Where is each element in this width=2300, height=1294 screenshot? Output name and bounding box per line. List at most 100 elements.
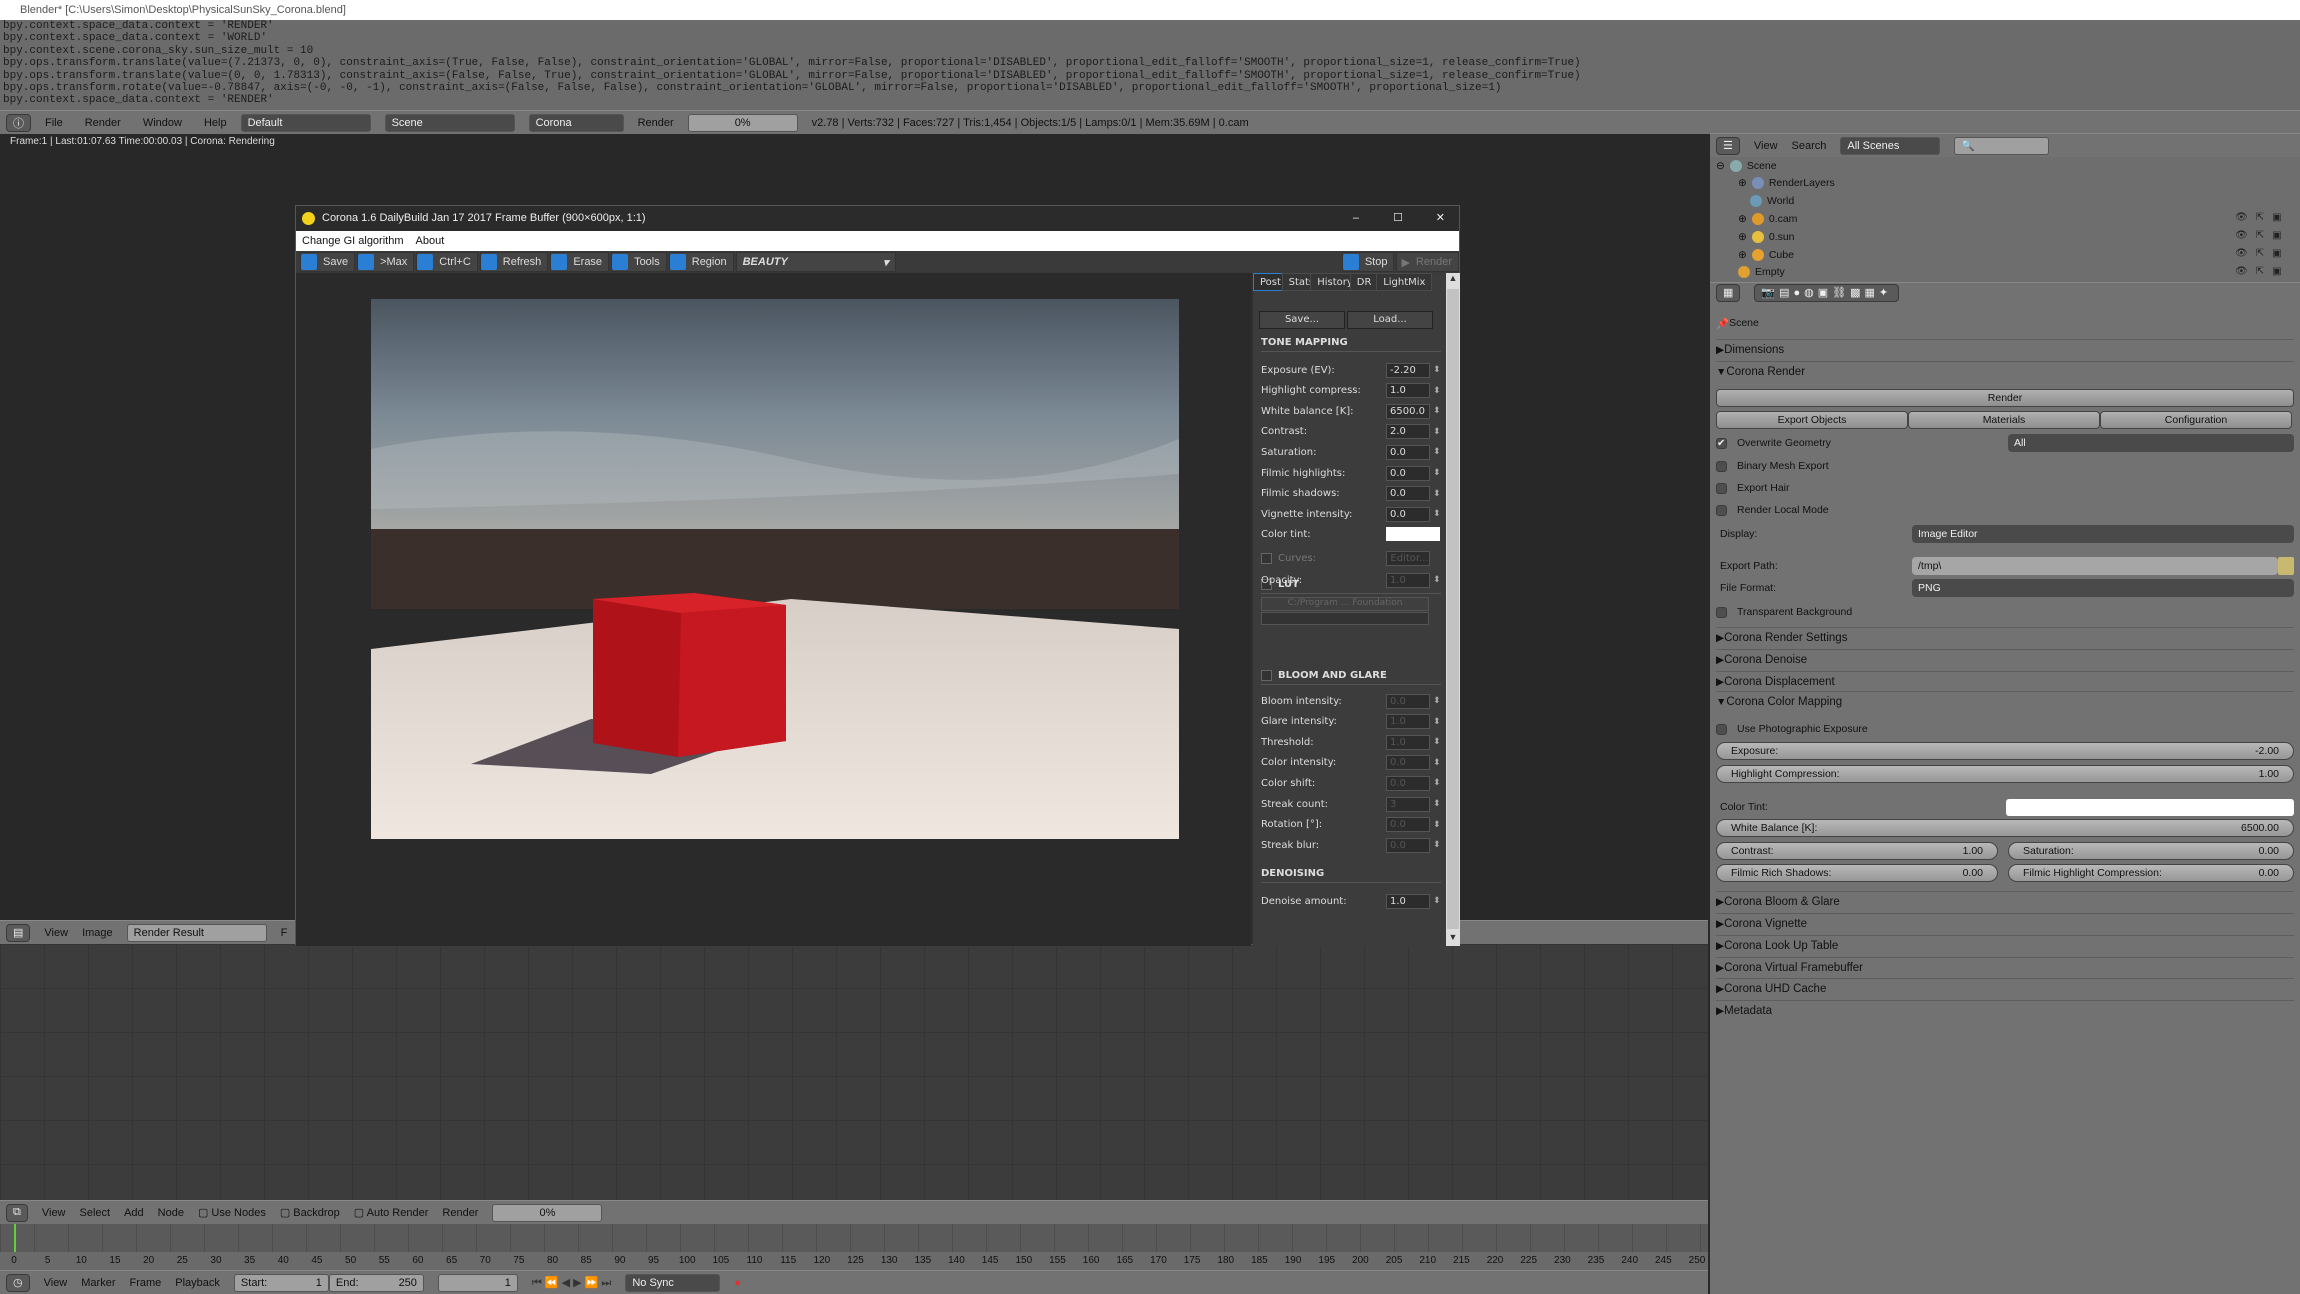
panel-corona-render-settings[interactable]: ▶ Corona Render Settings [1716, 627, 2294, 647]
param-input[interactable]: 1.0 [1386, 383, 1430, 399]
panel-corona-bloom-glare[interactable]: ▶ Corona Bloom & Glare [1716, 891, 2294, 911]
panel-corona-virtual-framebuffer[interactable]: ▶ Corona Virtual Framebuffer [1716, 957, 2294, 977]
menu-view[interactable]: View [44, 1277, 68, 1289]
image-selector[interactable]: Render Result [126, 923, 267, 942]
menu-playback[interactable]: Playback [175, 1277, 220, 1289]
start-frame-field[interactable]: Start: 1 [233, 1273, 329, 1292]
toolbar-tools-button[interactable]: Tools [611, 252, 667, 272]
menu-image[interactable]: Image [82, 927, 113, 939]
record-button[interactable]: ● [734, 1277, 741, 1289]
visibility-toggles[interactable]: 👁⇱▣ [2235, 212, 2290, 223]
display-selector[interactable]: Image Editor [1912, 525, 2294, 543]
filmic-shadows-slider[interactable]: Filmic Rich Shadows: 0.00 [1716, 864, 1998, 882]
use-nodes-checkbox[interactable]: ▢ Use Nodes [198, 1206, 266, 1219]
toolbar-region-button[interactable]: Region [668, 252, 734, 272]
exposure-slider[interactable]: Exposure: -2.00 [1716, 742, 2294, 760]
spinner-arrows[interactable]: ⬍ [1433, 365, 1441, 375]
folder-icon[interactable] [2278, 557, 2294, 575]
menu-search[interactable]: Search [1792, 140, 1827, 152]
spinner-arrows[interactable]: ⬍ [1433, 896, 1441, 906]
menu-add[interactable]: Add [124, 1207, 144, 1219]
toolbar-ctrlc-button[interactable]: Ctrl+C [416, 252, 478, 272]
param-input[interactable]: 0.0 [1386, 444, 1430, 460]
param-input[interactable]: 0.0 [1386, 506, 1430, 522]
outliner-item-cube[interactable]: ⊕ Cube [1738, 246, 1794, 263]
toolbar-refresh-button[interactable]: Refresh [479, 252, 549, 272]
stop-button[interactable]: Stop [1341, 252, 1395, 272]
visibility-toggles[interactable]: 👁⇱▣ [2235, 230, 2290, 241]
spinner-arrows[interactable]: ⬍ [1433, 427, 1441, 437]
menu-change-gi[interactable]: Change GI algorithm [302, 231, 404, 251]
white-balance-slider[interactable]: White Balance [K]: 6500.00 [1716, 819, 2294, 837]
editor-type-button[interactable]: ▤ [6, 923, 31, 942]
panel-corona-vignette[interactable]: ▶ Corona Vignette [1716, 913, 2294, 933]
outliner-item-world[interactable]: World [1750, 193, 1794, 210]
menu-marker[interactable]: Marker [81, 1277, 115, 1289]
scene-selector[interactable]: Scene [384, 113, 515, 132]
render-engine-selector[interactable]: Corona [528, 113, 624, 132]
toolbar-max-button[interactable]: >Max [357, 252, 415, 272]
materials-button[interactable]: Materials [1908, 411, 2100, 429]
panel-corona-render[interactable]: ▼ Corona Render [1716, 361, 2294, 381]
menu-view[interactable]: View [42, 1207, 66, 1219]
menu-frame[interactable]: Frame [130, 1277, 162, 1289]
local-checkbox[interactable] [1716, 504, 1727, 516]
expand-toggle-icon[interactable]: ⊕ [1738, 231, 1747, 243]
overwrite-checkbox[interactable]: ✔ [1716, 437, 1727, 449]
param-input[interactable]: 0.0 [1386, 486, 1430, 502]
color-tint-swatch[interactable] [2006, 799, 2294, 816]
visibility-toggles[interactable]: 👁⇱▣ [2235, 266, 2290, 277]
param-input[interactable]: 6500.0 [1386, 403, 1430, 419]
close-button[interactable]: ✕ [1436, 206, 1445, 231]
toolbar-erase-button[interactable]: Erase [550, 252, 610, 272]
load-preset-button[interactable]: Load... [1347, 311, 1433, 329]
outliner-item-empty[interactable]: Empty [1738, 264, 1785, 281]
channel-selector[interactable]: BEAUTY ▾ [735, 252, 896, 272]
auto-render-checkbox[interactable]: ▢ Auto Render [354, 1206, 429, 1219]
panel-dimensions[interactable]: ▶ Dimensions [1716, 339, 2294, 359]
end-frame-field[interactable]: End: 250 [328, 1273, 424, 1292]
editor-type-button[interactable]: ⧉ [6, 1203, 28, 1222]
outliner-item-scene[interactable]: ⊖ Scene [1716, 157, 1777, 174]
editor-type-button[interactable]: ▦ [1716, 283, 1741, 302]
curves-checkbox[interactable] [1261, 552, 1272, 564]
menu-render[interactable]: Render [85, 117, 121, 129]
color-tint-swatch[interactable] [1386, 527, 1440, 541]
frame-ruler[interactable]: 0 5 10 15 20 25 30 35 40 45 50 55 60 65 70 75 80 85 90 95 10… [0, 1252, 1708, 1270]
visibility-toggles[interactable]: 👁⇱▣ [2235, 248, 2290, 259]
outliner-item-0-cam[interactable]: ⊕ 0.cam [1738, 210, 1797, 227]
panel-corona-color-mapping[interactable]: ▼ Corona Color Mapping [1716, 691, 2294, 711]
export-objects-button[interactable]: Export Objects [1716, 411, 1908, 429]
spinner-arrows[interactable]: ⬍ [1433, 509, 1441, 519]
toolbar-save-button[interactable]: Save [300, 252, 356, 272]
spinner-arrows[interactable]: ⬍ [1433, 406, 1441, 416]
outliner-item-0-sun[interactable]: ⊕ 0.sun [1738, 228, 1795, 245]
layout-selector[interactable]: Default [240, 113, 371, 132]
bloom-glare-section-checkbox[interactable] [1261, 670, 1272, 681]
menu-select[interactable]: Select [80, 1207, 111, 1219]
menu-node[interactable]: Node [158, 1207, 184, 1219]
spinner-arrows[interactable]: ⬍ [1433, 447, 1441, 457]
highlight-compression-slider[interactable]: Highlight Compression: 1.00 [1716, 765, 2294, 783]
outliner-item-renderlayers[interactable]: ⊕ RenderLayers [1738, 175, 1835, 192]
save-preset-button[interactable]: Save... [1259, 311, 1345, 329]
menu-help[interactable]: Help [204, 117, 227, 129]
outliner-search-input[interactable]: 🔍 [1954, 136, 2050, 155]
display-mode-selector[interactable]: All Scenes [1840, 136, 1941, 155]
backdrop-checkbox[interactable]: ▢ Backdrop [280, 1206, 340, 1219]
transparent-checkbox[interactable] [1716, 606, 1727, 618]
playback-controls[interactable]: ⏮ ⏪ ◀ ▶ ⏩ ⏭ [532, 1276, 611, 1290]
context-tabs[interactable]: 📷▤●◍▣⛓▩▦✦ [1754, 283, 1900, 302]
panel-corona-uhd-cache[interactable]: ▶ Corona UHD Cache [1716, 978, 2294, 998]
spinner-arrows[interactable]: ⬍ [1433, 489, 1441, 499]
render-button[interactable]: Render [1716, 389, 2294, 407]
panel-metadata[interactable]: ▶ Metadata [1716, 1000, 2294, 1020]
pin-icon[interactable]: 📌 [1716, 317, 1729, 330]
minimize-button[interactable]: – [1353, 206, 1359, 231]
filmic-highlight-slider[interactable]: Filmic Highlight Compression: 0.00 [2008, 864, 2294, 882]
configuration-button[interactable]: Configuration [2100, 411, 2292, 429]
param-input[interactable]: 2.0 [1386, 424, 1430, 440]
binary-checkbox[interactable] [1716, 460, 1727, 472]
expand-toggle-icon[interactable]: ⊕ [1738, 177, 1747, 189]
panel-scrollbar[interactable]: ▲ ▼ [1446, 273, 1460, 946]
